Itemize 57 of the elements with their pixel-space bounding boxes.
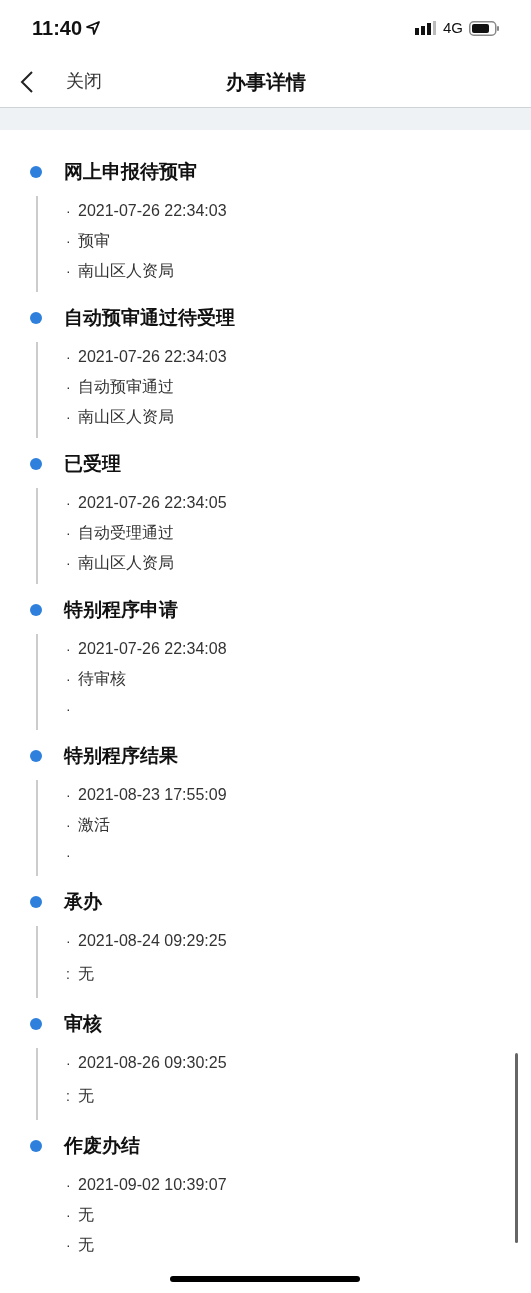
step-detail: 2021-08-24 09:29:25 [78,931,227,951]
bullet-mark: · [66,347,72,367]
bullet-mark: · [66,639,72,659]
step-detail: 南山区人资局 [78,553,174,573]
bullet-mark: · [66,1175,72,1195]
bullet-mark: · [66,845,72,865]
bullet-mark: · [66,201,72,221]
step-detail: 无 [78,1235,94,1255]
bullet-mark: · [66,231,72,251]
step-detail: 2021-08-23 17:55:09 [78,785,227,805]
step-detail: 激活 [78,815,110,835]
bullet-mark: · [66,669,72,689]
step-title: 审核 [64,1011,102,1036]
step-detail: 南山区人资局 [78,407,174,427]
step-detail: 2021-08-26 09:30:25 [78,1053,227,1073]
bullet-mark: · [66,377,72,397]
page-title: 办事详情 [225,69,306,95]
step-title: 网上申报待预审 [64,159,197,184]
step-detail: 自动受理通过 [78,523,174,543]
step-title: 已受理 [64,451,121,476]
bullet-mark: · [66,785,72,805]
step-detail: 无 [78,964,94,984]
bullet-mark: · [66,1235,72,1255]
step-detail: 南山区人资局 [78,261,174,281]
bullet-mark: · [66,931,72,951]
step-detail: 预审 [78,231,110,251]
bullet-mark: · [66,261,72,281]
status-time: 11:40 [32,16,83,41]
bullet-mark: · [66,699,72,719]
bullet-mark: · [66,815,72,835]
signal-icon [415,21,437,35]
step-detail: 2021-07-26 22:34:08 [78,639,227,659]
step-detail: 2021-09-02 10:39:07 [78,1175,227,1195]
close-button[interactable]: 关闭 [66,68,102,95]
step-detail: 待审核 [78,669,126,689]
step-title: 作废办结 [64,1133,140,1158]
step-title: 特别程序申请 [64,597,178,622]
location-arrow-icon [86,21,101,35]
bullet-mark: · [66,553,72,573]
step-detail: 2021-07-26 22:34:03 [78,201,227,221]
bullet-mark: : [66,1086,71,1106]
bullet-mark: · [66,407,72,427]
bullet-mark: : [66,964,71,984]
step-detail: 无 [78,1086,94,1106]
step-title: 自动预审通过待受理 [64,305,235,330]
step-detail: 2021-07-26 22:34:05 [78,493,227,513]
step-detail: 无 [78,1205,94,1225]
battery-icon [469,20,499,36]
step-detail: 自动预审通过 [78,377,174,397]
bullet-mark: · [66,1053,72,1073]
step-title: 承办 [64,889,102,914]
network-label: 4G [443,17,463,38]
bullet-mark: · [66,493,72,513]
bullet-mark: · [66,1205,72,1225]
bullet-mark: · [66,523,72,543]
step-title: 特别程序结果 [64,743,178,768]
step-detail: 2021-07-26 22:34:03 [78,347,227,367]
